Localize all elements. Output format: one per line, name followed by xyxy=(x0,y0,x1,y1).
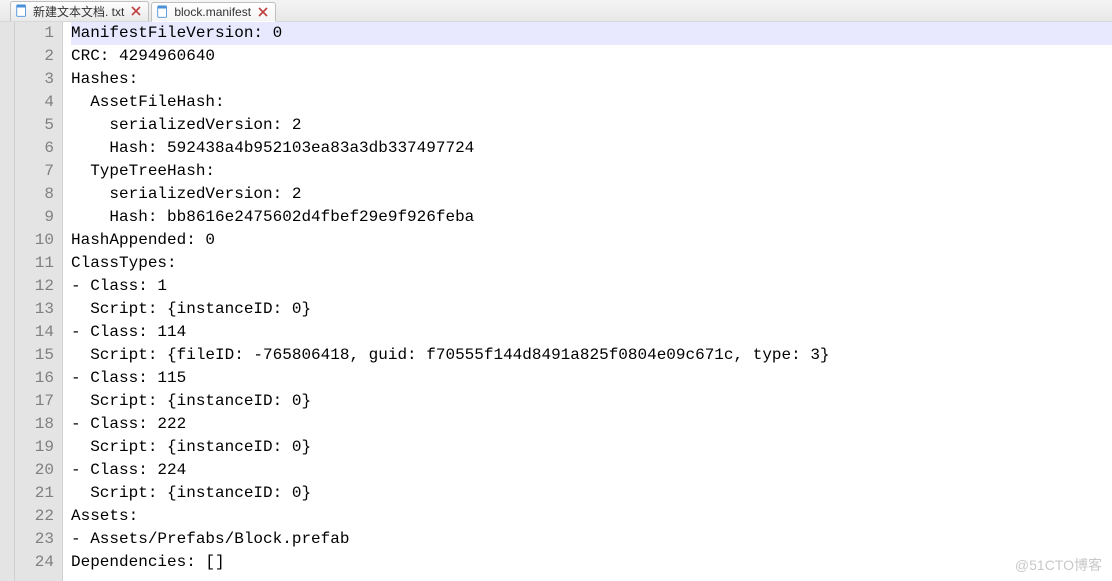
editor: 123456789101112131415161718192021222324 … xyxy=(0,22,1112,581)
line-number: 7 xyxy=(15,160,54,183)
line-number: 19 xyxy=(15,436,54,459)
code-line[interactable]: Script: {instanceID: 0} xyxy=(71,482,1112,505)
code-line[interactable]: - Assets/Prefabs/Block.prefab xyxy=(71,528,1112,551)
code-line[interactable]: - Class: 115 xyxy=(71,367,1112,390)
line-number: 21 xyxy=(15,482,54,505)
line-number: 15 xyxy=(15,344,54,367)
code-line[interactable]: CRC: 4294960640 xyxy=(71,45,1112,68)
code-line[interactable]: - Class: 114 xyxy=(71,321,1112,344)
line-number: 5 xyxy=(15,114,54,137)
code-line[interactable]: ManifestFileVersion: 0 xyxy=(71,22,1112,45)
line-number: 24 xyxy=(15,551,54,574)
line-number: 2 xyxy=(15,45,54,68)
file-icon xyxy=(15,4,29,18)
line-number-gutter: 123456789101112131415161718192021222324 xyxy=(15,22,63,581)
code-line[interactable]: ClassTypes: xyxy=(71,252,1112,275)
line-number: 12 xyxy=(15,275,54,298)
file-icon xyxy=(156,5,170,19)
code-line[interactable]: Dependencies: [] xyxy=(71,551,1112,574)
close-icon[interactable] xyxy=(257,6,269,18)
line-number: 16 xyxy=(15,367,54,390)
code-line[interactable]: Assets: xyxy=(71,505,1112,528)
line-number: 17 xyxy=(15,390,54,413)
line-number: 9 xyxy=(15,206,54,229)
code-line[interactable]: Script: {fileID: -765806418, guid: f7055… xyxy=(71,344,1112,367)
line-number: 4 xyxy=(15,91,54,114)
tab-label: 新建文本文档. txt xyxy=(33,3,124,20)
code-line[interactable]: - Class: 224 xyxy=(71,459,1112,482)
line-number: 6 xyxy=(15,137,54,160)
tab-file-2[interactable]: block.manifest xyxy=(151,2,276,22)
line-number: 20 xyxy=(15,459,54,482)
line-number: 1 xyxy=(15,22,54,45)
line-number: 22 xyxy=(15,505,54,528)
fold-margin[interactable] xyxy=(0,22,15,581)
code-line[interactable]: Script: {instanceID: 0} xyxy=(71,390,1112,413)
code-line[interactable]: TypeTreeHash: xyxy=(71,160,1112,183)
code-line[interactable]: serializedVersion: 2 xyxy=(71,183,1112,206)
line-number: 18 xyxy=(15,413,54,436)
code-line[interactable]: Hashes: xyxy=(71,68,1112,91)
code-line[interactable]: - Class: 222 xyxy=(71,413,1112,436)
code-line[interactable]: - Class: 1 xyxy=(71,275,1112,298)
tab-file-1[interactable]: 新建文本文档. txt xyxy=(10,1,149,21)
line-number: 10 xyxy=(15,229,54,252)
code-area[interactable]: ManifestFileVersion: 0CRC: 4294960640Has… xyxy=(63,22,1112,581)
line-number: 14 xyxy=(15,321,54,344)
code-line[interactable]: Script: {instanceID: 0} xyxy=(71,436,1112,459)
line-number: 13 xyxy=(15,298,54,321)
tab-label: block.manifest xyxy=(174,5,251,19)
tab-bar: 新建文本文档. txt block.manifest xyxy=(0,0,1112,22)
code-line[interactable]: serializedVersion: 2 xyxy=(71,114,1112,137)
line-number: 23 xyxy=(15,528,54,551)
code-line[interactable]: Script: {instanceID: 0} xyxy=(71,298,1112,321)
code-line[interactable]: Hash: 592438a4b952103ea83a3db337497724 xyxy=(71,137,1112,160)
code-line[interactable]: HashAppended: 0 xyxy=(71,229,1112,252)
code-line[interactable]: AssetFileHash: xyxy=(71,91,1112,114)
line-number: 8 xyxy=(15,183,54,206)
line-number: 3 xyxy=(15,68,54,91)
code-line[interactable]: Hash: bb8616e2475602d4fbef29e9f926feba xyxy=(71,206,1112,229)
line-number: 11 xyxy=(15,252,54,275)
close-icon[interactable] xyxy=(130,5,142,17)
